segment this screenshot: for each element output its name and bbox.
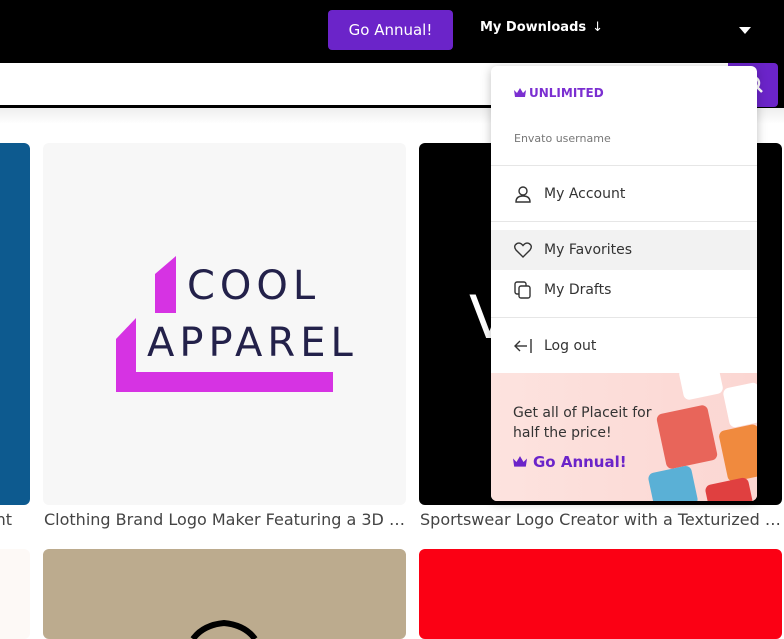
template-card-image[interactable] — [43, 549, 406, 639]
logo-text-line-2: APPAREL — [147, 320, 358, 366]
crown-icon — [513, 456, 527, 467]
promo-collage-tile — [647, 464, 699, 501]
menu-item-label: Log out — [544, 338, 597, 354]
crown-icon — [514, 88, 526, 97]
promo-collage-tile — [655, 404, 719, 470]
go-annual-button[interactable]: Go Annual! — [328, 10, 453, 50]
menu-item-my-account[interactable]: My Account — [491, 174, 757, 214]
promo-collage-tile — [678, 361, 724, 401]
tshirt-outline-art — [190, 619, 258, 639]
menu-item-label: My Favorites — [544, 242, 633, 258]
promo-text: Get all of Placeit for half the price! — [513, 405, 652, 441]
promo-collage-tile — [718, 423, 757, 483]
heart-icon — [513, 240, 533, 260]
username: Envato username — [514, 132, 611, 145]
promo-collage-tile — [722, 381, 757, 429]
plan-label: UNLIMITED — [529, 86, 604, 100]
my-downloads-label: My Downloads — [480, 20, 587, 35]
drafts-icon — [513, 280, 533, 300]
promo-collage-tile — [704, 476, 754, 501]
menu-item-my-drafts[interactable]: My Drafts — [491, 270, 757, 310]
caret-down-icon[interactable] — [739, 27, 751, 34]
menu-item-label: My Drafts — [544, 282, 612, 298]
menu-item-label: My Account — [544, 186, 626, 202]
divider — [491, 221, 757, 222]
promo-go-annual-link[interactable]: Go Annual! — [513, 453, 627, 471]
logout-icon — [513, 336, 533, 356]
template-card-image[interactable] — [0, 143, 30, 505]
user-icon — [513, 184, 533, 204]
template-card-title[interactable]: Clothing Brand Logo Maker Featuring a 3D… — [44, 510, 406, 529]
divider — [491, 317, 757, 318]
divider — [491, 165, 757, 166]
arrow-down-icon: ↓ — [592, 20, 604, 35]
account-dropdown-menu: UNLIMITED Envato username My Account My … — [491, 66, 757, 501]
template-card-title[interactable]: Sportswear Logo Creator with a Texturize… — [420, 510, 782, 529]
logo-text-line-1: COOL — [187, 263, 321, 309]
go-annual-promo[interactable]: Get all of Placeit for half the price! G… — [491, 361, 757, 501]
template-card-image[interactable] — [419, 549, 782, 639]
template-card-image[interactable] — [0, 549, 30, 639]
promo-cta-label: Go Annual! — [533, 453, 627, 471]
menu-item-log-out[interactable]: Log out — [491, 326, 757, 366]
my-downloads-link[interactable]: My Downloads ↓ — [480, 20, 603, 35]
plan-badge: UNLIMITED — [514, 86, 604, 100]
menu-item-my-favorites[interactable]: My Favorites — [491, 230, 757, 270]
template-card-title[interactable]: nt — [0, 510, 12, 529]
template-card-image[interactable]: COOL APPAREL — [43, 143, 406, 505]
